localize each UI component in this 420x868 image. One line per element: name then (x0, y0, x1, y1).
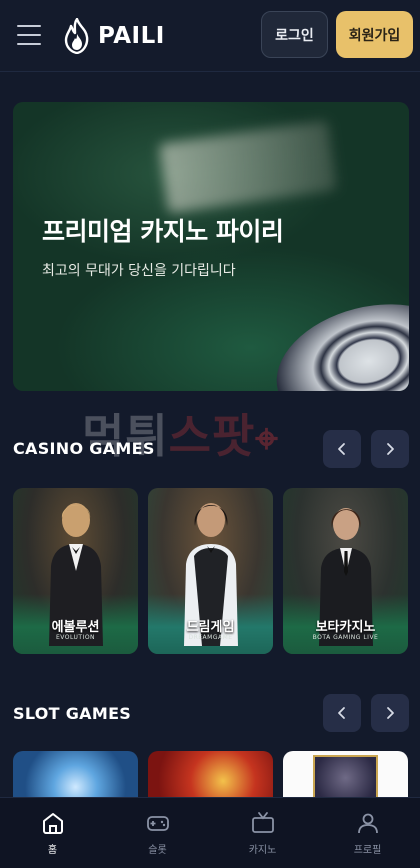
game-card-provider: EVOLUTION (55, 634, 96, 641)
gamepad-icon (146, 816, 169, 831)
game-card-dreamgame[interactable]: 드림게임 DREAMGAME (148, 488, 273, 654)
chevron-right-icon (387, 443, 394, 455)
flame-icon (64, 18, 89, 54)
map-pin-icon: ⌖ (255, 416, 279, 462)
chevron-left-icon (338, 707, 345, 719)
hero-title: 프리미엄 카지노 파이리 (42, 217, 284, 246)
nav-item-casino[interactable]: 카지노 (210, 798, 315, 868)
user-icon (357, 813, 378, 834)
casino-prev-button[interactable] (323, 430, 361, 468)
home-icon (42, 813, 63, 834)
chevron-left-icon (338, 443, 345, 455)
game-card-evolution[interactable]: 에볼루션 EVOLUTION (13, 488, 138, 654)
bottom-nav: 홈 슬롯 카지노 프로필 (0, 797, 420, 868)
hero-banner[interactable]: 프리미엄 카지노 파이리 최고의 무대가 당신을 기다립니다 (13, 102, 409, 391)
nav-item-home[interactable]: 홈 (0, 798, 105, 868)
game-card-title: 에볼루션 (51, 620, 100, 635)
casino-next-button[interactable] (371, 430, 409, 468)
login-button[interactable]: 로그인 (261, 11, 328, 58)
slot-next-button[interactable] (371, 694, 409, 732)
game-card-provider: DREAMGAME (188, 634, 233, 641)
hero-subtitle: 최고의 무대가 당신을 기다립니다 (42, 263, 236, 279)
nav-label: 홈 (47, 845, 58, 856)
chevron-right-icon (387, 707, 394, 719)
hero-cards-image (158, 120, 338, 214)
slot-prev-button[interactable] (323, 694, 361, 732)
game-card-bota[interactable]: 보타카지노 BOTA GAMING LIVE (283, 488, 408, 654)
casino-games-title: CASINO GAMES (13, 439, 155, 458)
nav-item-slots[interactable]: 슬롯 (105, 798, 210, 868)
game-card-provider: BOTA GAMING LIVE (312, 634, 379, 641)
nav-label: 카지노 (248, 845, 277, 856)
top-header: PAILI 로그인 회원가입 (0, 0, 420, 72)
tv-icon (251, 812, 274, 833)
slot-games-title: SLOT GAMES (13, 704, 132, 723)
nav-label: 프로필 (353, 845, 382, 856)
logo[interactable]: PAILI (62, 17, 165, 55)
nav-label: 슬롯 (148, 845, 167, 856)
game-card-title: 보타카지노 (315, 620, 376, 635)
menu-icon[interactable] (17, 25, 41, 45)
game-card-title: 드림게임 (186, 620, 235, 635)
logo-text: PAILI (98, 23, 165, 49)
signup-button[interactable]: 회원가입 (336, 11, 413, 58)
hero-chip-image (263, 285, 409, 391)
nav-item-profile[interactable]: 프로필 (315, 798, 420, 868)
watermark-text-b: 스팟 (168, 409, 256, 463)
